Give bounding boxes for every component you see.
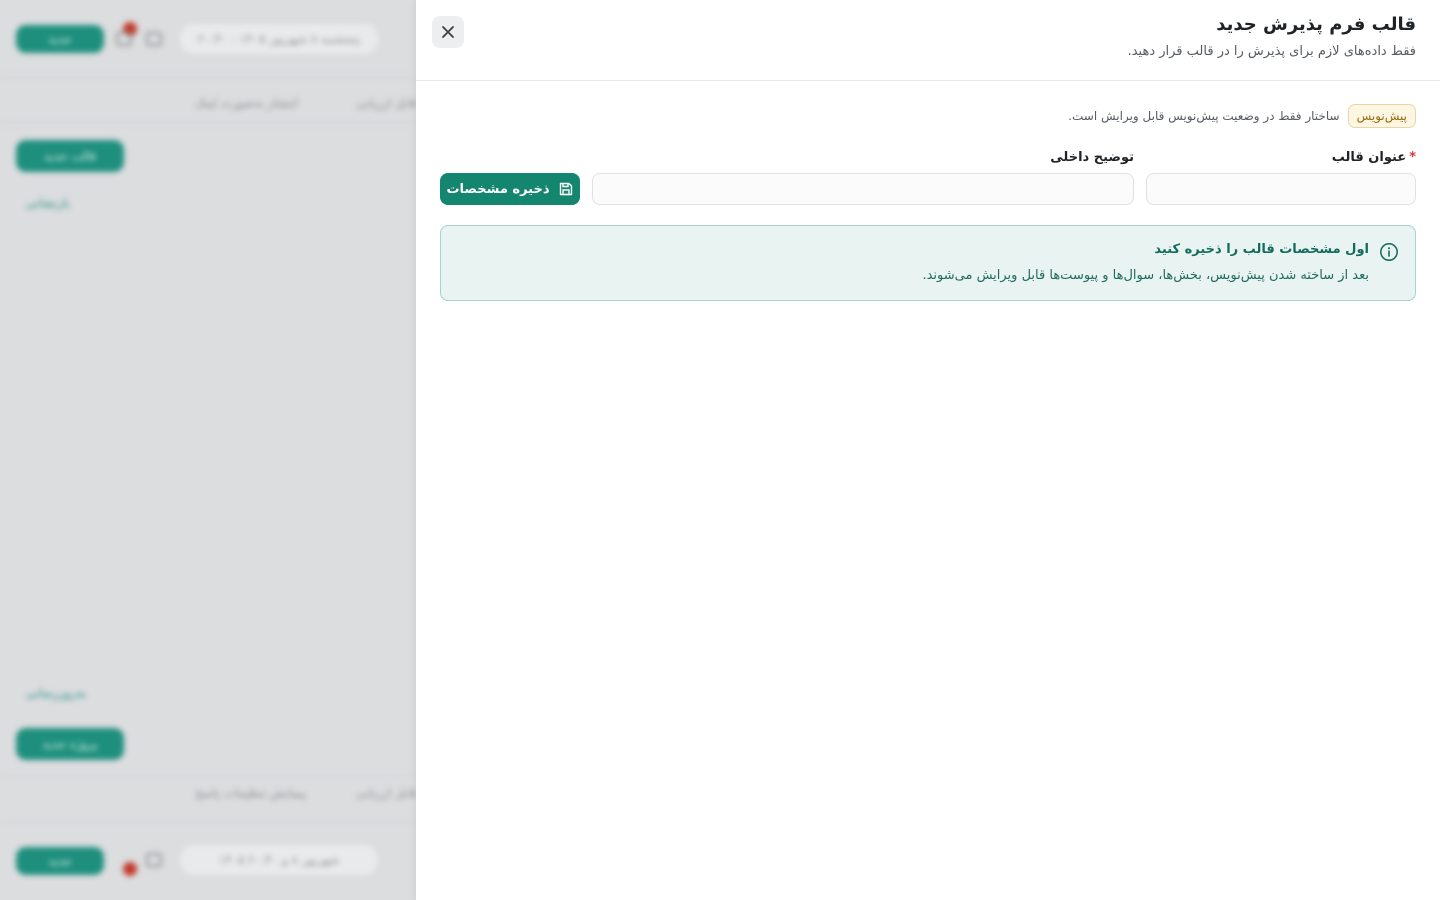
description-field-label: توضیح داخلی (1050, 150, 1134, 165)
info-body: بعد از ساخته شدن پیش‌نویس، بخش‌ها، سوال‌… (922, 268, 1369, 283)
bg-divider-3 (0, 775, 416, 776)
bg-divider-2 (0, 122, 416, 123)
required-mark: * (1409, 150, 1416, 165)
status-row: پیش‌نویس ساختار فقط در وضعیت پیش‌نویس قا… (1068, 104, 1416, 128)
status-text: ساختار فقط در وضعیت پیش‌نویس قابل ویرایش… (1068, 109, 1340, 123)
bg-footer-chip: ۱۴۰۵ شهریور ۸ و ۲۰:۴۰ (180, 845, 378, 875)
bg-share-link: انتشار به‌صورت لینک (195, 96, 298, 110)
bg-share-settings: پیمایش تنظیمات پاسخ (195, 786, 306, 800)
drawer-header: قالب فرم پذیرش جدید فقط داده‌های لازم بر… (416, 0, 1440, 81)
bg-new-template-label: قالب جدید (43, 149, 96, 163)
bg-tab: قابل ارزیابی (356, 96, 416, 110)
bg-bell-icon (116, 32, 132, 46)
title-field-label: *عنوان قالب (1332, 150, 1416, 165)
bg-notification-dot-2 (123, 862, 137, 876)
background-app: جدید پنجشنبه ۸ شهریور ۱۴۰۵ - ۲۰:۴۰ انتشا… (0, 0, 416, 900)
title-field-label-text: عنوان قالب (1331, 150, 1407, 165)
status-badge: پیش‌نویس (1347, 104, 1416, 128)
template-title-input[interactable] (1146, 173, 1416, 205)
bg-new-item-button: پروژه جدید (16, 728, 124, 760)
bg-divider-4 (0, 822, 416, 823)
close-icon (442, 26, 454, 38)
info-title: اول مشخصات قالب را ذخیره کنید (1154, 242, 1369, 257)
template-drawer: قالب فرم پذیرش جدید فقط داده‌های لازم بر… (416, 0, 1440, 900)
bg-new-item-label: پروژه جدید (42, 737, 98, 751)
bg-footer-button-label: جدید (48, 854, 72, 868)
bg-new-template-button: قالب جدید (16, 140, 124, 172)
internal-description-input[interactable] (592, 173, 1134, 205)
info-icon (1380, 243, 1398, 261)
bg-date-text: پنجشنبه ۸ شهریور ۱۴۰۵ - ۲۰:۴۰ (197, 32, 361, 46)
bg-footer-chip-text: ۱۴۰۵ شهریور ۸ و ۲۰:۴۰ (218, 853, 340, 867)
bg-tab-2: قابل ارزیابی (356, 786, 416, 800)
bg-mail-icon (146, 32, 162, 46)
drawer-title: قالب فرم پذیرش جدید (1216, 14, 1416, 35)
bg-date-chip: پنجشنبه ۸ شهریور ۱۴۰۵ - ۲۰:۴۰ (180, 24, 378, 54)
save-details-label: ذخیره مشخصات (446, 181, 550, 197)
bg-new-button: جدید (16, 25, 104, 53)
bg-refresh-link: به‌روزرسانی (26, 686, 87, 700)
bg-footer-button: جدید (16, 847, 104, 875)
close-button[interactable] (432, 16, 464, 48)
drawer-subtitle: فقط داده‌های لازم برای پذیرش را در قالب … (1127, 44, 1416, 59)
background-blur: جدید پنجشنبه ۸ شهریور ۱۴۰۵ - ۲۰:۴۰ انتشا… (0, 0, 416, 900)
bg-reset-link: بازنشانی (26, 196, 70, 210)
save-details-button[interactable]: ذخیره مشخصات (440, 173, 580, 205)
info-alert: اول مشخصات قالب را ذخیره کنید بعد از ساخ… (440, 225, 1416, 301)
bg-divider (0, 77, 416, 78)
save-icon (559, 182, 572, 196)
bg-new-button-label: جدید (48, 32, 72, 46)
bg-mail-icon-2 (146, 853, 162, 867)
